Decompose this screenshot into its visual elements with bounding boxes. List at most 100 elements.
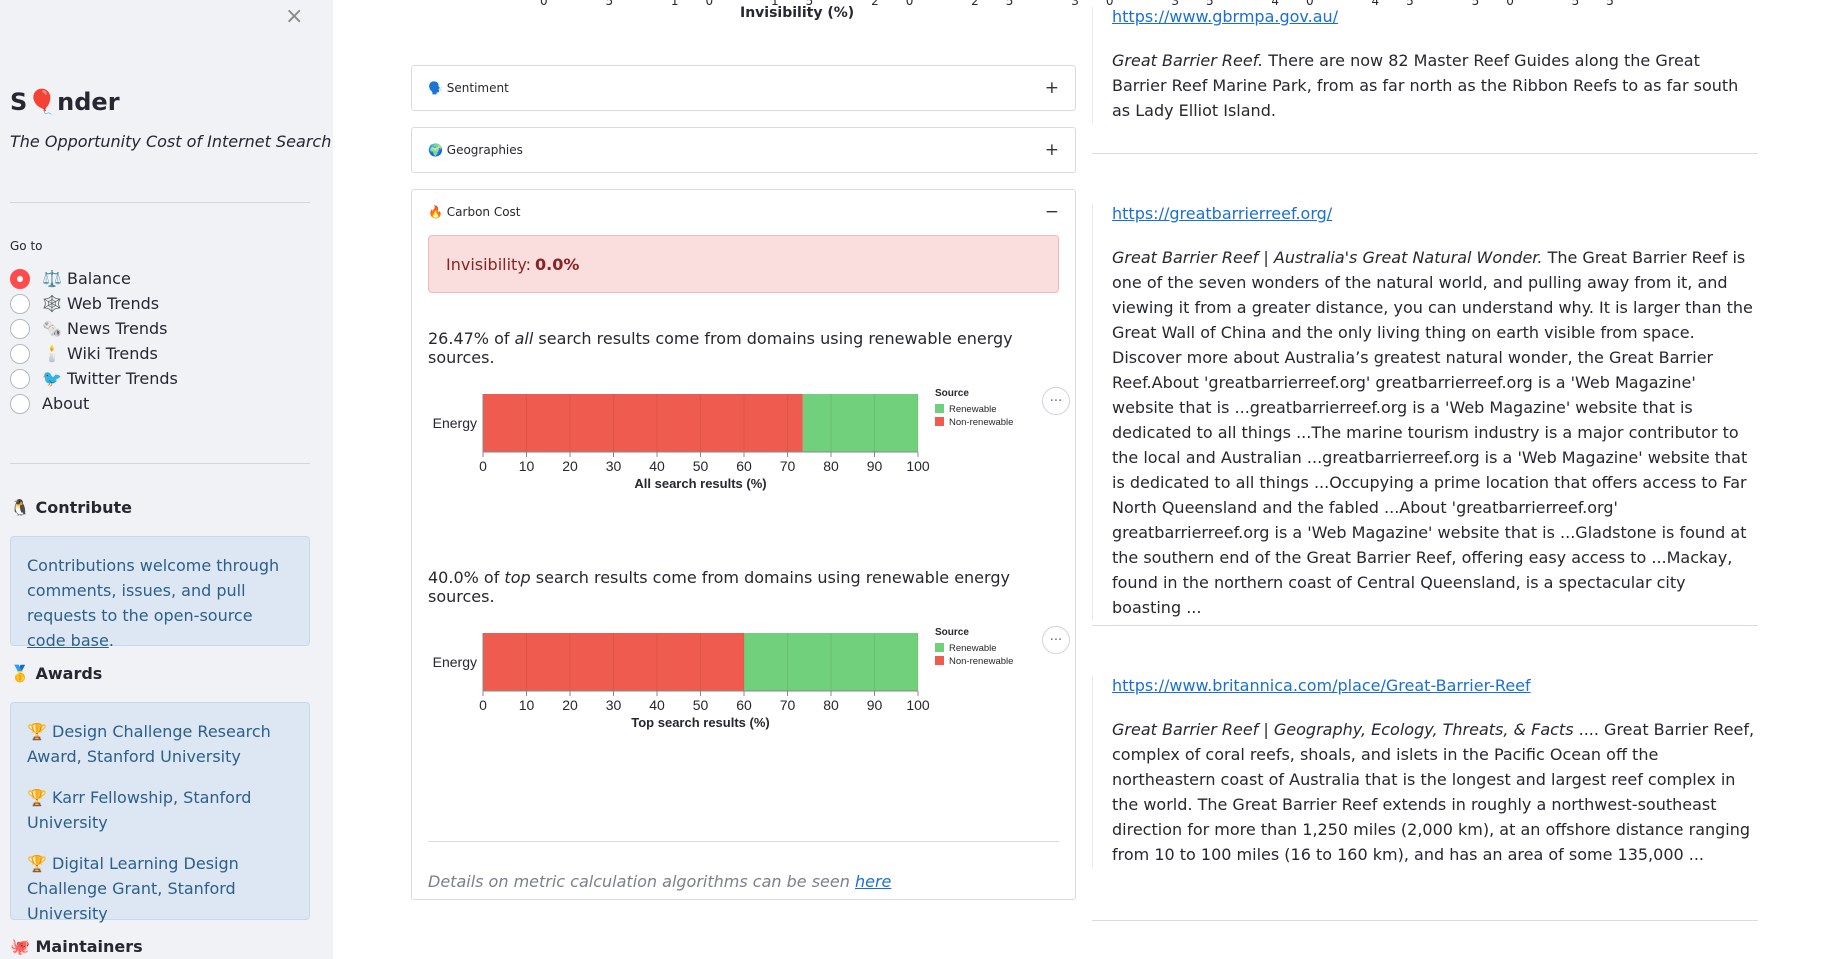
invisibility-alert: Invisibility: 0.0%: [428, 235, 1059, 293]
x-tick-label: 10: [519, 697, 535, 713]
x-tick-label: 80: [823, 697, 839, 713]
text-part: 40.0% of: [428, 568, 505, 587]
result-url[interactable]: https://www.britannica.com/place/Great-B…: [1112, 676, 1531, 695]
award-item: 🏆 Digital Learning Design Challenge Gran…: [27, 854, 239, 923]
radio-dot[interactable]: [10, 393, 30, 414]
sidebar: × S🎈nder The Opportunity Cost of Interne…: [0, 0, 333, 959]
energy-chart-top: 0 10 20 30 40 50 60 70 80 90 100 Energy Top search r…: [433, 627, 1014, 730]
expander-title: Carbon Cost: [446, 205, 521, 219]
contribute-text: Contributions welcome through comments, …: [27, 556, 280, 625]
nav-radio-web-trends[interactable]: 🕸️ Web Trends: [10, 291, 178, 316]
x-tick-label: 0: [479, 697, 487, 713]
geographies-expander[interactable]: 🌍 Geographies +: [411, 127, 1076, 173]
nav-radio-wiki-trends[interactable]: 🕯️ Wiki Trends: [10, 341, 178, 366]
radio-dot[interactable]: [10, 293, 30, 314]
radio-dot[interactable]: [10, 268, 30, 289]
result-text: .... Great Barrier Reef, complex of cora…: [1112, 720, 1755, 864]
nav-label: 🕸️ Web Trends: [42, 294, 160, 313]
nav-label: 🐦 Twitter Trends: [42, 369, 178, 388]
legend-label: Renewable: [949, 643, 997, 654]
y-category-label: Energy: [433, 654, 477, 670]
legend-swatch: [935, 404, 944, 413]
bar-renewable: [802, 394, 918, 452]
app-title: S🎈nder: [10, 88, 120, 116]
chart-menu-button[interactable]: ···: [1042, 626, 1070, 654]
x-tick-label: 70: [780, 697, 796, 713]
top-results-chart: 0 10 20 30 40 50 60 70 80 90 100 Energy Top search r…: [428, 626, 1070, 741]
nav-radio-balance[interactable]: ⚖️ Balance: [10, 266, 178, 291]
result-body: https://greatbarrierreef.org/ Great Barr…: [1092, 204, 1758, 620]
expander-header[interactable]: 🔥 Carbon Cost −: [412, 190, 1075, 234]
search-result: https://www.gbrmpa.gov.au/ Great Barrier…: [1092, 7, 1758, 123]
contribute-title: 🐧 Contribute: [10, 498, 132, 517]
x-tick-label: 40: [649, 458, 665, 474]
legend-swatch: [935, 643, 944, 652]
all-results-chart: 0 10 20 30 40 50 60 70 80 90 100 Energy All search r…: [428, 387, 1070, 502]
x-tick-label: 20: [562, 697, 578, 713]
expand-icon[interactable]: +: [1045, 78, 1059, 98]
nav-radio-about[interactable]: About: [10, 391, 178, 416]
award-item: 🏆 Karr Fellowship, Stanford University: [27, 788, 252, 832]
goto-label: Go to: [10, 239, 43, 253]
expander-header[interactable]: 🌍 Geographies +: [412, 128, 1075, 172]
result-body: https://www.britannica.com/place/Great-B…: [1092, 676, 1758, 867]
text-part: 26.47% of: [428, 329, 515, 348]
x-tick-label: 0: [479, 458, 487, 474]
radio-dot[interactable]: [10, 318, 30, 339]
x-tick-label: 50: [693, 697, 709, 713]
radio-dot[interactable]: [10, 368, 30, 389]
result-body: https://www.gbrmpa.gov.au/ Great Barrier…: [1092, 7, 1758, 123]
close-sidebar-icon[interactable]: ×: [285, 6, 303, 28]
x-tick-label: 40: [649, 697, 665, 713]
details-text: Details on metric calculation algorithms…: [412, 872, 1075, 891]
search-result: https://www.britannica.com/place/Great-B…: [1092, 676, 1758, 867]
divider: [10, 463, 310, 464]
nav-radio-twitter-trends[interactable]: 🐦 Twitter Trends: [10, 366, 178, 391]
legend-label: Non-renewable: [949, 417, 1013, 428]
divider: [1092, 920, 1758, 921]
x-tick-label: 70: [780, 458, 796, 474]
result-url[interactable]: https://www.gbrmpa.gov.au/: [1112, 7, 1338, 26]
alert-value: 0.0%: [535, 254, 580, 274]
result-text: The Great Barrier Reef is one of the sev…: [1112, 248, 1753, 617]
x-axis-title: Top search results (%): [631, 715, 769, 730]
contribute-box: Contributions welcome through comments, …: [10, 536, 310, 650]
x-tick-label: 100: [906, 458, 930, 474]
maintainers-title: 🐙 Maintainers: [10, 937, 143, 956]
y-category-label: Energy: [433, 415, 477, 431]
search-result: https://greatbarrierreef.org/ Great Barr…: [1092, 204, 1758, 620]
alert-label: Invisibility:: [446, 254, 532, 274]
code-base-link[interactable]: code base: [27, 631, 109, 650]
text-emphasis: all: [514, 329, 534, 348]
radio-dot[interactable]: [10, 343, 30, 364]
expand-icon[interactable]: +: [1045, 140, 1059, 160]
expander-title: Geographies: [446, 143, 523, 157]
nav-label: 🕯️ Wiki Trends: [42, 344, 158, 363]
fire-icon: 🔥: [428, 205, 443, 219]
result-snippet: Great Barrier Reef | Geography, Ecology,…: [1112, 717, 1758, 867]
x-tick-label: 20: [562, 458, 578, 474]
all-results-text: 26.47% of all search results come from d…: [412, 329, 1075, 367]
details-label: Details on metric calculation algorithms…: [428, 872, 855, 891]
divider: [1092, 625, 1758, 626]
legend-swatch: [935, 417, 944, 426]
result-url[interactable]: https://greatbarrierreef.org/: [1112, 204, 1332, 223]
divider: [428, 841, 1059, 842]
x-tick-label: 80: [823, 458, 839, 474]
details-link[interactable]: here: [855, 872, 891, 891]
x-tick-label: 90: [867, 697, 883, 713]
x-tick-label: 60: [736, 697, 752, 713]
expander-title: Sentiment: [446, 81, 509, 95]
x-tick-label: 50: [693, 458, 709, 474]
legend-title: Source: [935, 627, 969, 638]
collapse-icon[interactable]: −: [1045, 202, 1059, 222]
x-tick-label: 30: [606, 697, 622, 713]
carbon-cost-expander[interactable]: 🔥 Carbon Cost − Invisibility: 0.0% 26.47%…: [411, 189, 1076, 900]
expander-header[interactable]: 🗣️ Sentiment +: [412, 66, 1075, 110]
result-title: Great Barrier Reef.: [1112, 51, 1264, 70]
sentiment-expander[interactable]: 🗣️ Sentiment +: [411, 65, 1076, 111]
divider: [10, 202, 310, 203]
nav-radio-news-trends[interactable]: 🗞️ News Trends: [10, 316, 178, 341]
nav-label: About: [42, 394, 90, 413]
chart-menu-button[interactable]: ···: [1042, 387, 1070, 415]
